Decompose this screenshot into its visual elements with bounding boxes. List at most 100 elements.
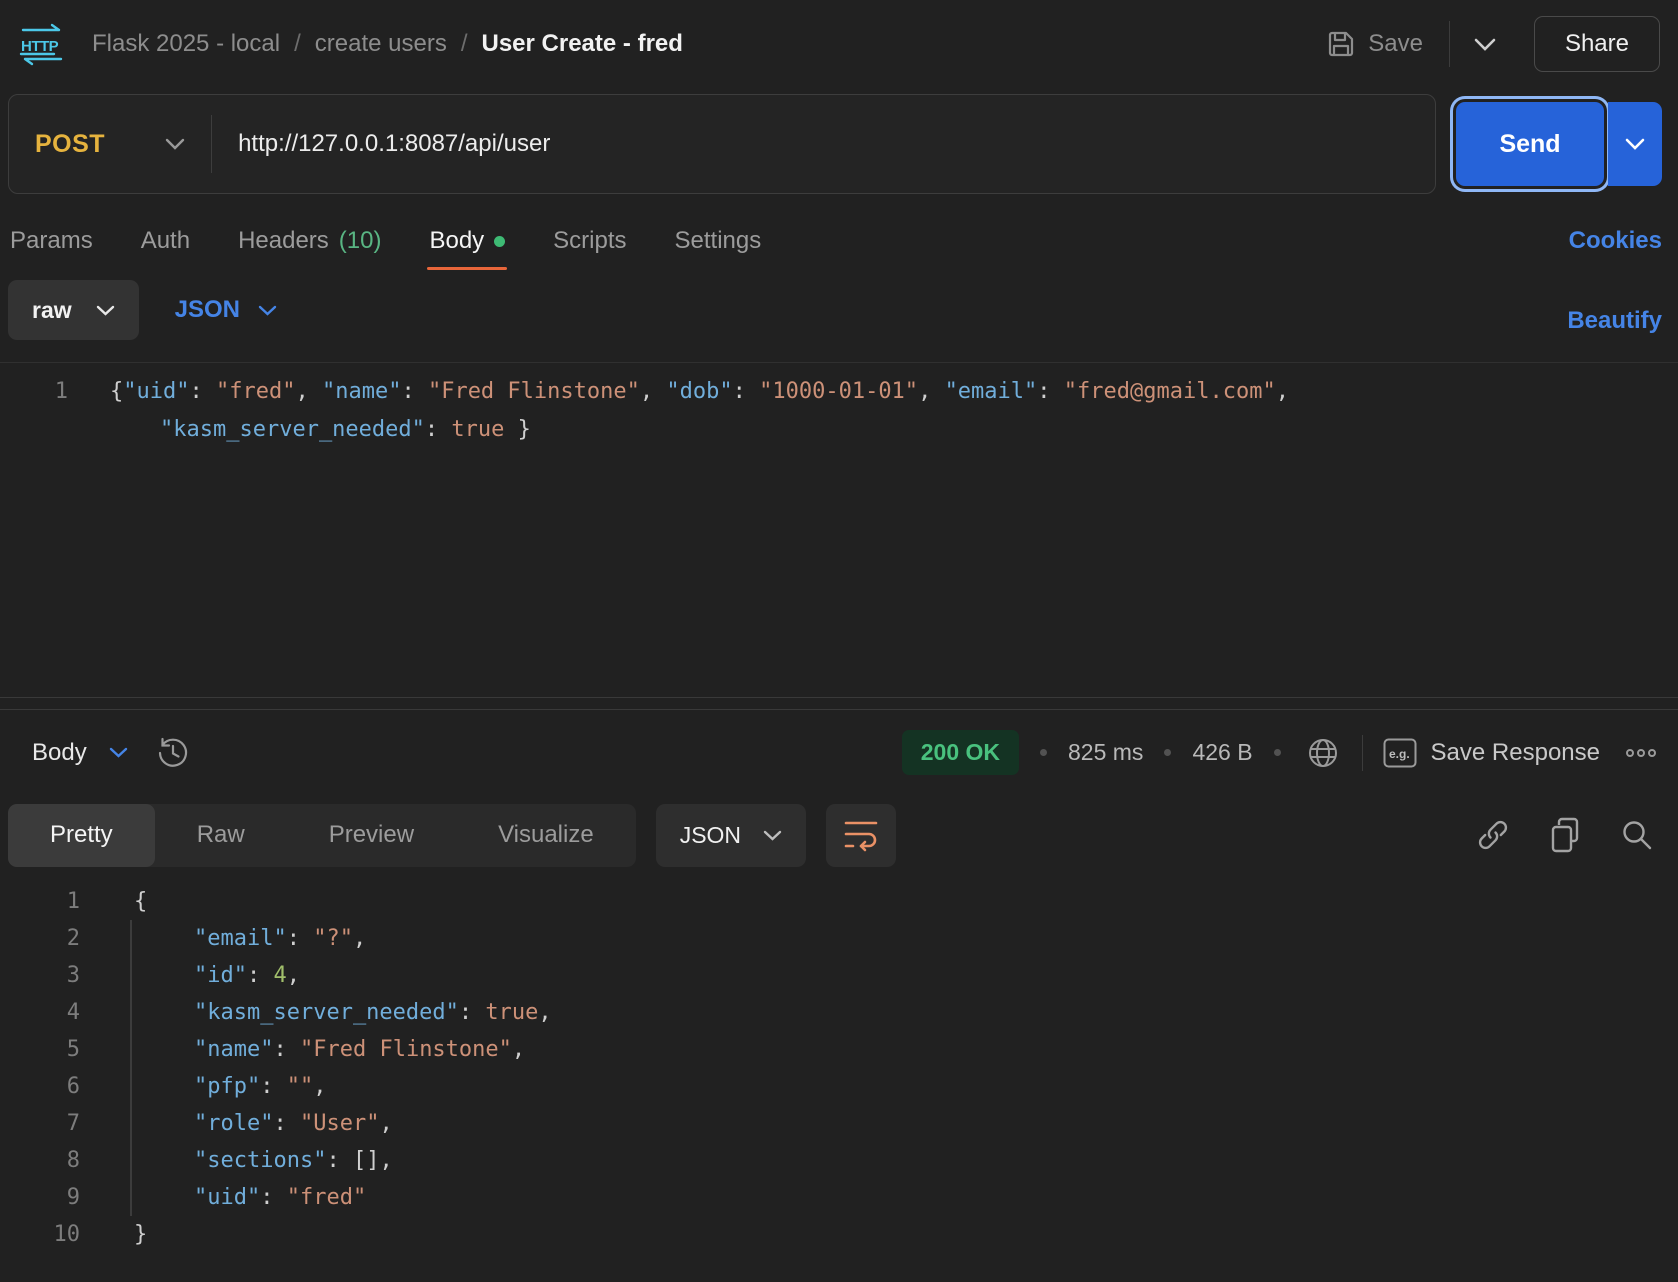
- code-token: "email": [945, 379, 1038, 404]
- tab-preview[interactable]: Preview: [287, 804, 456, 867]
- link-icon: [1476, 818, 1510, 852]
- dot-separator: [1274, 749, 1281, 756]
- share-button[interactable]: Share: [1534, 16, 1660, 72]
- breadcrumb-separator: /: [461, 30, 468, 58]
- code-token: "id": [194, 963, 247, 988]
- code-token: ,: [313, 1074, 326, 1099]
- code-line: 1{"uid": "fred", "name": "Fred Flinstone…: [0, 373, 1678, 411]
- ellipsis-icon: [1624, 747, 1658, 759]
- code-token: ,: [640, 379, 667, 404]
- tab-visualize[interactable]: Visualize: [456, 804, 636, 867]
- save-response-label: Save Response: [1431, 739, 1600, 767]
- response-time[interactable]: 825 ms: [1068, 739, 1143, 766]
- body-type-selector[interactable]: raw: [8, 280, 139, 340]
- url-container: POST http://127.0.0.1:8087/api/user: [8, 94, 1436, 194]
- send-button[interactable]: Send: [1456, 102, 1604, 186]
- code-token: :: [260, 1185, 287, 1210]
- code-token: "role": [194, 1111, 273, 1136]
- tab-label: Visualize: [498, 821, 594, 849]
- response-toolbar: Pretty Raw Preview Visualize JSON: [0, 795, 1678, 875]
- tab-label: Headers: [238, 227, 329, 255]
- tab-label: Scripts: [553, 227, 626, 255]
- request-body-editor[interactable]: 1{"uid": "fred", "name": "Fred Flinstone…: [0, 362, 1678, 697]
- copy-response-button[interactable]: [1544, 813, 1586, 857]
- tab-params[interactable]: Params: [8, 212, 95, 270]
- unsaved-changes-dot: [494, 236, 505, 247]
- response-history-button[interactable]: [154, 734, 192, 772]
- code-token: true: [485, 1000, 538, 1025]
- code-line: 6 "pfp": "",: [0, 1068, 1678, 1105]
- tab-settings[interactable]: Settings: [673, 212, 764, 270]
- code-token: {: [110, 379, 123, 404]
- code-line-content: "kasm_server_needed": true,: [130, 994, 552, 1031]
- request-tabs: Params Auth Headers (10) Body Scripts Se…: [0, 212, 1678, 270]
- breadcrumb-collection[interactable]: create users: [315, 30, 447, 58]
- send-options-button[interactable]: [1608, 102, 1662, 186]
- status-badge[interactable]: 200 OK: [902, 730, 1019, 775]
- save-button[interactable]: Save: [1320, 21, 1429, 67]
- tab-headers[interactable]: Headers (10): [236, 212, 383, 270]
- code-line-content: {: [130, 883, 147, 920]
- line-number: 8: [0, 1142, 80, 1179]
- line-number: 6: [0, 1068, 80, 1105]
- code-token: [],: [353, 1148, 393, 1173]
- code-token: "name": [322, 379, 401, 404]
- code-token: 4: [273, 963, 286, 988]
- code-line: 7"role": "User",: [0, 1105, 1678, 1142]
- code-line-content: "pfp": "",: [130, 1068, 326, 1105]
- code-line: 8"sections": [],: [0, 1142, 1678, 1179]
- http-icon-label: HTTP: [21, 38, 59, 55]
- code-token: :: [189, 379, 216, 404]
- code-token: "name": [194, 1037, 273, 1062]
- code-token: :: [273, 1037, 300, 1062]
- code-token: {: [134, 889, 147, 914]
- tab-body[interactable]: Body: [427, 212, 507, 270]
- code-token: :: [459, 1000, 486, 1025]
- tab-raw[interactable]: Raw: [155, 804, 287, 867]
- more-actions-button[interactable]: [1624, 747, 1658, 759]
- beautify-link[interactable]: Beautify: [1567, 307, 1662, 335]
- code-token: "fred": [216, 379, 295, 404]
- cookies-link[interactable]: Cookies: [1569, 227, 1662, 255]
- save-icon: [1326, 29, 1356, 59]
- response-body-viewer[interactable]: 1{2"email": "?",3"id": 4,4"kasm_server_n…: [0, 875, 1678, 1282]
- url-input[interactable]: http://127.0.0.1:8087/api/user: [238, 130, 550, 158]
- response-view-tabs: Pretty Raw Preview Visualize: [8, 804, 636, 867]
- response-body-selector[interactable]: Body: [32, 739, 128, 767]
- network-info-button[interactable]: [1302, 732, 1344, 774]
- line-number: 10: [0, 1216, 80, 1253]
- globe-icon: [1306, 736, 1340, 770]
- dot-separator: [1164, 749, 1171, 756]
- body-type-row: raw JSON Beautify: [0, 270, 1678, 362]
- response-format-label: JSON: [680, 822, 741, 849]
- save-options-button[interactable]: [1464, 28, 1506, 61]
- response-format-selector[interactable]: JSON: [656, 804, 806, 867]
- code-token: "kasm_server_needed": [194, 1000, 459, 1025]
- tab-pretty[interactable]: Pretty: [8, 804, 155, 867]
- response-meta-bar: Body 200 OK 825 ms 426 B: [0, 710, 1678, 795]
- code-token: "uid": [123, 379, 189, 404]
- code-token: "Fred Flinstone": [300, 1037, 512, 1062]
- app-root: HTTP Flask 2025 - local / create users /…: [0, 0, 1678, 1282]
- body-format-selector[interactable]: JSON: [175, 280, 277, 340]
- code-line: 4"kasm_server_needed": true,: [0, 994, 1678, 1031]
- copy-link-button[interactable]: [1472, 814, 1514, 856]
- code-line-content: {"uid": "fred", "name": "Fred Flinstone"…: [110, 373, 1289, 411]
- chevron-down-icon: [96, 305, 115, 316]
- method-selector[interactable]: POST: [9, 130, 211, 159]
- tab-scripts[interactable]: Scripts: [551, 212, 628, 270]
- chevron-down-icon: [763, 830, 782, 841]
- tab-auth[interactable]: Auth: [139, 212, 192, 270]
- breadcrumb-workspace[interactable]: Flask 2025 - local: [92, 30, 280, 58]
- code-line: 3"id": 4,: [0, 957, 1678, 994]
- code-token: :: [425, 417, 452, 442]
- code-line-content: "role": "User",: [130, 1105, 393, 1142]
- code-token: ,: [1276, 379, 1289, 404]
- response-size[interactable]: 426 B: [1192, 739, 1252, 766]
- tab-label: Raw: [197, 821, 245, 849]
- save-response-button[interactable]: e.g. Save Response: [1383, 738, 1600, 768]
- pane-resize-handle[interactable]: [0, 697, 1678, 710]
- code-token: "dob": [666, 379, 732, 404]
- wrap-text-button[interactable]: [826, 804, 896, 867]
- search-response-button[interactable]: [1616, 814, 1658, 856]
